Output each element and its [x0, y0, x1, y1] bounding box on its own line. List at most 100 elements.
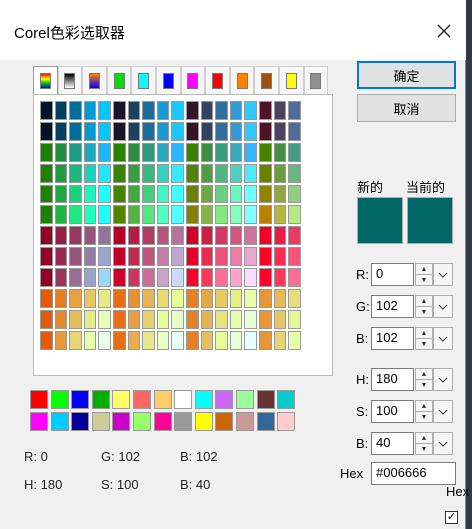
palette-swatch[interactable]: [83, 121, 97, 141]
palette-swatch[interactable]: [54, 184, 68, 204]
palette-swatch[interactable]: [273, 268, 287, 288]
palette-swatch[interactable]: [98, 184, 111, 204]
palette-tab-1[interactable]: [33, 66, 58, 94]
palette-swatch[interactable]: [229, 101, 243, 120]
spin-down-icon[interactable]: ▼: [416, 307, 432, 317]
palette-swatch[interactable]: [171, 121, 184, 141]
palette-swatch[interactable]: [215, 142, 228, 162]
palette-swatch[interactable]: [83, 226, 97, 246]
palette-swatch[interactable]: [54, 121, 68, 141]
palette-swatch[interactable]: [229, 330, 243, 350]
palette-swatch[interactable]: [215, 289, 228, 308]
palette-swatch[interactable]: [171, 330, 184, 350]
palette-swatch[interactable]: [127, 101, 141, 120]
palette-swatch[interactable]: [258, 205, 272, 225]
g-spinner[interactable]: ▲ ▼: [415, 295, 433, 318]
palette-swatch[interactable]: [200, 247, 214, 267]
palette-swatch[interactable]: [185, 226, 199, 246]
spin-down-icon[interactable]: ▼: [416, 339, 432, 349]
palette-swatch[interactable]: [200, 121, 214, 141]
palette-swatch[interactable]: [156, 268, 170, 288]
palette-swatch[interactable]: [54, 268, 68, 288]
palette-swatch[interactable]: [40, 289, 53, 308]
palette-swatch[interactable]: [288, 226, 301, 246]
palette-swatch[interactable]: [258, 268, 272, 288]
palette-swatch[interactable]: [142, 330, 155, 350]
palette-swatch[interactable]: [200, 163, 214, 183]
palette-tab-3[interactable]: [82, 66, 107, 94]
palette-swatch[interactable]: [127, 247, 141, 267]
palette-tab-7[interactable]: [180, 66, 206, 94]
palette-swatch[interactable]: [185, 205, 199, 225]
recent-color-swatch[interactable]: [215, 412, 234, 431]
palette-swatch[interactable]: [185, 163, 199, 183]
palette-swatch[interactable]: [200, 142, 214, 162]
palette-swatch[interactable]: [273, 184, 287, 204]
palette-swatch[interactable]: [244, 205, 257, 225]
palette-swatch[interactable]: [273, 205, 287, 225]
brightness-slider-button[interactable]: [433, 432, 453, 455]
palette-swatch[interactable]: [258, 101, 272, 120]
palette-swatch[interactable]: [215, 163, 228, 183]
palette-swatch[interactable]: [142, 226, 155, 246]
palette-swatch[interactable]: [288, 142, 301, 162]
palette-swatch[interactable]: [273, 330, 287, 350]
recent-color-swatch[interactable]: [30, 390, 48, 409]
palette-swatch[interactable]: [112, 226, 126, 246]
palette-tab-6[interactable]: [155, 66, 181, 94]
palette-swatch[interactable]: [69, 142, 82, 162]
palette-swatch[interactable]: [98, 226, 111, 246]
palette-swatch[interactable]: [229, 205, 243, 225]
s-input[interactable]: 100: [371, 400, 414, 423]
palette-swatch[interactable]: [40, 330, 53, 350]
palette-swatch[interactable]: [273, 309, 287, 329]
palette-swatch[interactable]: [200, 205, 214, 225]
palette-swatch[interactable]: [156, 289, 170, 308]
palette-swatch[interactable]: [69, 247, 82, 267]
ok-button[interactable]: 确定: [357, 61, 456, 89]
palette-tab-8[interactable]: [205, 66, 230, 94]
g-input[interactable]: 102: [371, 295, 414, 318]
palette-swatch[interactable]: [127, 142, 141, 162]
h-slider-button[interactable]: [433, 368, 453, 391]
palette-swatch[interactable]: [215, 205, 228, 225]
palette-swatch[interactable]: [215, 101, 228, 120]
recent-color-swatch[interactable]: [277, 390, 296, 409]
palette-swatch[interactable]: [229, 184, 243, 204]
palette-swatch[interactable]: [156, 226, 170, 246]
palette-swatch[interactable]: [127, 163, 141, 183]
spin-down-icon[interactable]: ▼: [416, 380, 432, 390]
palette-swatch[interactable]: [258, 247, 272, 267]
s-slider-button[interactable]: [433, 400, 453, 423]
brightness-spinner[interactable]: ▲ ▼: [415, 432, 433, 455]
palette-swatch[interactable]: [83, 268, 97, 288]
palette-swatch[interactable]: [156, 184, 170, 204]
palette-swatch[interactable]: [98, 205, 111, 225]
recent-color-swatch[interactable]: [153, 390, 172, 409]
palette-swatch[interactable]: [273, 226, 287, 246]
recent-color-swatch[interactable]: [256, 412, 275, 431]
palette-swatch[interactable]: [288, 247, 301, 267]
recent-color-swatch[interactable]: [71, 412, 90, 431]
palette-swatch[interactable]: [127, 289, 141, 308]
palette-tab-5[interactable]: [131, 66, 156, 94]
palette-swatch[interactable]: [156, 142, 170, 162]
recent-color-swatch[interactable]: [194, 412, 213, 431]
recent-color-swatch[interactable]: [50, 390, 69, 409]
r-slider-button[interactable]: [433, 263, 453, 286]
palette-swatch[interactable]: [142, 247, 155, 267]
palette-swatch[interactable]: [258, 289, 272, 308]
palette-swatch[interactable]: [40, 142, 53, 162]
palette-swatch[interactable]: [69, 163, 82, 183]
spin-up-icon[interactable]: ▲: [416, 296, 432, 307]
palette-swatch[interactable]: [40, 205, 53, 225]
palette-swatch[interactable]: [288, 330, 301, 350]
palette-swatch[interactable]: [215, 247, 228, 267]
palette-swatch[interactable]: [171, 226, 184, 246]
palette-swatch[interactable]: [83, 184, 97, 204]
palette-swatch[interactable]: [215, 121, 228, 141]
palette-swatch[interactable]: [127, 226, 141, 246]
palette-swatch[interactable]: [171, 268, 184, 288]
palette-tab-10[interactable]: [254, 66, 279, 94]
spin-down-icon[interactable]: ▼: [416, 444, 432, 454]
